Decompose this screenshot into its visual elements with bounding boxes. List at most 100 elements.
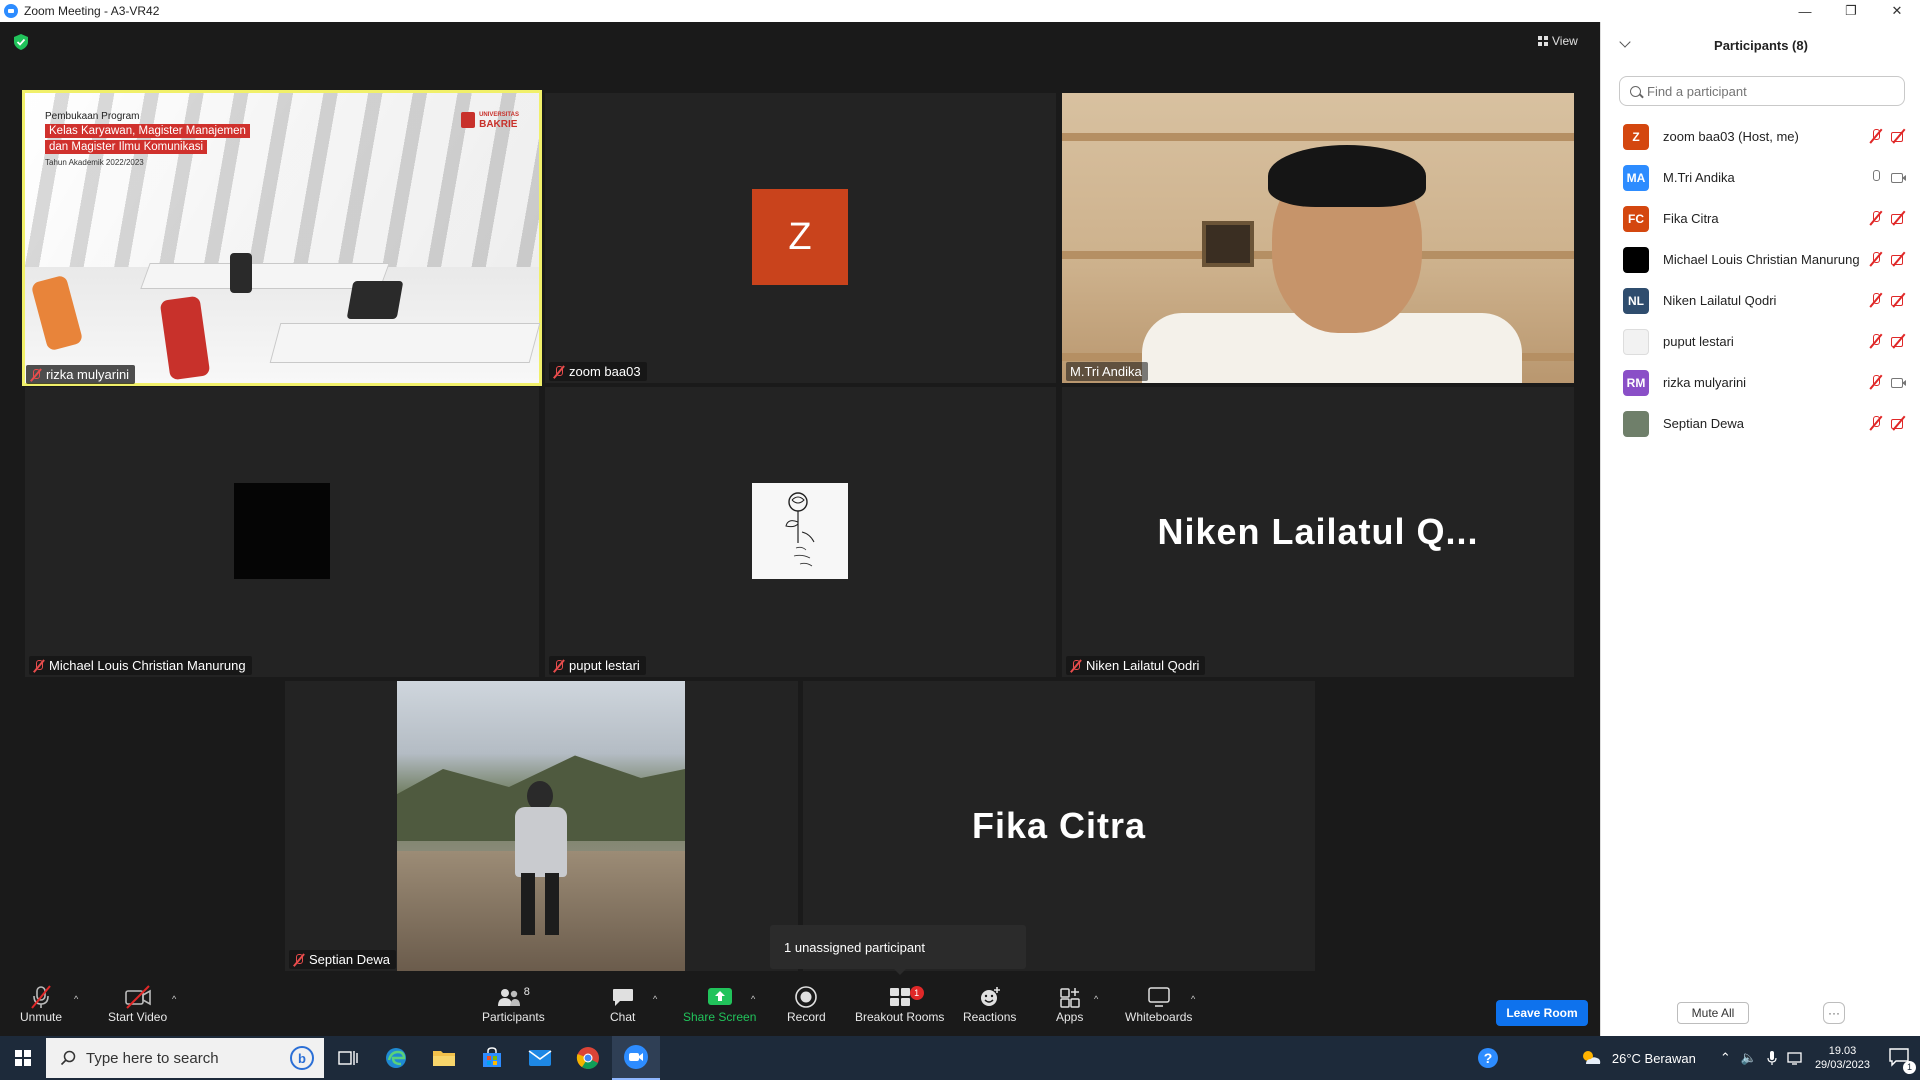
participant-name: zoom baa03 [569,364,641,379]
people-icon [497,989,520,1006]
participant-name: rizka mulyarini [46,367,130,382]
taskbar-search[interactable]: Type here to search b [46,1038,324,1078]
microphone-icon[interactable] [1767,1050,1777,1066]
panel-title: Participants (8) [1714,38,1808,53]
video-tile-septian[interactable]: Septian Dewa [285,681,798,971]
unmute-button[interactable]: Unmute [20,984,62,1024]
weather-text[interactable]: 26°C Berawan [1612,1051,1696,1066]
search-icon [60,1050,76,1066]
video-off-icon[interactable] [1891,416,1907,430]
apps-button[interactable]: Apps [1056,984,1083,1024]
show-hidden-icons-caret-icon[interactable]: ⌃ [1720,1050,1731,1066]
help-icon[interactable]: ? [1476,1046,1500,1070]
chat-options-caret-icon[interactable]: ^ [653,994,657,1004]
participants-button[interactable]: 8 Participants [482,984,545,1024]
mic-muted-icon[interactable] [1869,211,1883,225]
participant-row[interactable]: Michael Louis Christian Manurung [1601,239,1920,280]
participant-row[interactable]: MA M.Tri Andika [1601,157,1920,198]
share-screen-button[interactable]: Share Screen [683,984,756,1024]
participant-row[interactable]: puput lestari [1601,321,1920,362]
mic-icon[interactable] [1869,170,1883,184]
notification-count: 1 [1903,1060,1916,1074]
video-tile-niken[interactable]: Niken Lailatul Q... Niken Lailatul Qodri [1062,387,1574,677]
start-video-button[interactable]: Start Video [108,984,167,1024]
file-explorer-app[interactable] [420,1036,468,1080]
mic-muted-icon[interactable] [1869,416,1883,430]
participant-name: Niken Lailatul Qodri [1086,658,1200,673]
mail-app[interactable] [516,1036,564,1080]
weather-cloud-icon[interactable] [1580,1048,1602,1068]
network-icon[interactable] [1787,1051,1805,1065]
video-tile-puput[interactable]: puput lestari [545,387,1056,677]
video-off-icon[interactable] [1891,211,1907,225]
start-button[interactable] [0,1036,46,1080]
apps-options-caret-icon[interactable]: ^ [1094,994,1098,1004]
mic-muted-icon [553,365,565,379]
video-icon[interactable] [1891,170,1907,184]
participant-name: M.Tri Andika [1663,170,1735,185]
windows-logo-icon [15,1050,31,1066]
video-options-caret-icon[interactable]: ^ [172,994,176,1004]
participant-status-icons [1869,211,1907,225]
mic-muted-icon [1070,659,1082,673]
video-icon[interactable] [1891,375,1907,389]
participant-row[interactable]: RM rizka mulyarini [1601,362,1920,403]
clock[interactable]: 19.03 29/03/2023 [1815,1044,1870,1072]
search-input[interactable] [1647,83,1887,99]
participant-status-icons [1869,334,1907,348]
volume-icon[interactable]: 🔈 [1741,1050,1757,1066]
chrome-app[interactable] [564,1036,612,1080]
bing-icon[interactable]: b [290,1046,314,1070]
video-tile-mtri-andika[interactable]: M.Tri Andika [1062,93,1574,383]
participant-row[interactable]: FC Fika Citra [1601,198,1920,239]
mic-muted-icon[interactable] [1869,334,1883,348]
participant-search[interactable] [1619,76,1905,106]
task-view-button[interactable] [324,1036,372,1080]
edge-app[interactable] [372,1036,420,1080]
mic-muted-icon[interactable] [1869,129,1883,143]
encryption-shield-icon[interactable] [14,34,28,50]
video-off-icon[interactable] [1891,334,1907,348]
video-off-icon[interactable] [1891,293,1907,307]
breakout-rooms-button[interactable]: 1 Breakout Rooms [855,984,944,1024]
avatar-initial: Z [788,215,812,258]
video-tile-michael[interactable]: Michael Louis Christian Manurung [25,387,539,677]
store-bag-icon [483,1047,501,1067]
video-off-icon[interactable] [1891,129,1907,143]
close-button[interactable]: ✕ [1874,0,1920,22]
mic-muted-icon[interactable] [1869,375,1883,389]
participants-count: 8 [523,986,530,998]
notification-center-button[interactable]: 1 [1888,1047,1916,1074]
store-app[interactable] [468,1036,516,1080]
whiteboards-button[interactable]: Whiteboards [1125,984,1192,1024]
mic-muted-icon[interactable] [1869,293,1883,307]
video-tile-rizka[interactable]: Pembukaan Program Kelas Karyawan, Magist… [22,90,542,386]
participant-row[interactable]: Zzoom baa03 (Host, me) [1601,116,1920,157]
minimize-button[interactable]: — [1782,0,1828,22]
window-title: Zoom Meeting - A3-VR42 [24,4,160,18]
participant-row[interactable]: NL Niken Lailatul Qodri [1601,280,1920,321]
video-tile-zoom-baa03[interactable]: Z zoom baa03 [545,93,1056,383]
mute-all-button[interactable]: Mute All [1677,1002,1749,1024]
leave-room-button[interactable]: Leave Room [1496,1000,1588,1026]
participants-panel: Participants (8) Zzoom baa03 (Host, me)M… [1600,22,1920,1036]
mic-muted-icon [553,659,565,673]
smiley-plus-icon [980,987,1000,1006]
zoom-app[interactable] [612,1036,660,1080]
audio-options-caret-icon[interactable]: ^ [74,994,78,1004]
chat-button[interactable]: Chat [610,984,635,1024]
video-off-icon[interactable] [1891,252,1907,266]
participant-row[interactable]: Septian Dewa [1601,403,1920,444]
breakout-rooms-label: Breakout Rooms [855,1010,945,1024]
share-options-caret-icon[interactable]: ^ [751,994,755,1004]
restore-button[interactable]: ❐ [1828,0,1874,22]
mail-icon [528,1050,552,1066]
record-button[interactable]: Record [787,984,826,1024]
meeting-area: View Pembukaan Program Kelas Karyawan, M… [0,22,1600,1036]
view-button[interactable]: View [1538,34,1578,48]
whiteboard-options-caret-icon[interactable]: ^ [1191,994,1195,1004]
more-options-button[interactable]: ··· [1823,1002,1845,1024]
clock-date: 29/03/2023 [1814,1059,1870,1071]
reactions-button[interactable]: Reactions [963,984,1016,1024]
mic-muted-icon[interactable] [1869,252,1883,266]
